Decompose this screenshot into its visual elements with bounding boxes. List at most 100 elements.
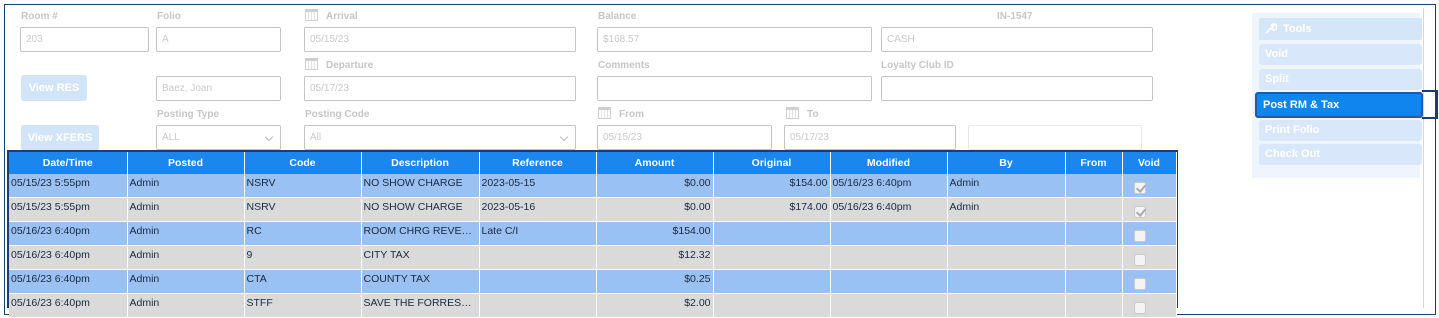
cell-code: RC: [244, 221, 362, 246]
void-checkbox[interactable]: [1133, 206, 1146, 218]
calendar-icon: [598, 107, 611, 119]
col-modified[interactable]: Modified: [830, 152, 948, 174]
from-label: From: [598, 107, 644, 120]
cell-modified: 05/16/23 6:40pm: [830, 174, 948, 198]
guest-name-field[interactable]: Baez, Joan: [156, 76, 281, 101]
cell-date-time: 05/16/23 6:40pm: [9, 293, 128, 318]
void-checkbox[interactable]: [1133, 278, 1146, 290]
cell-by: [947, 221, 1066, 246]
cell-code: NSRV: [244, 174, 362, 198]
col-description[interactable]: Description: [361, 152, 480, 174]
comments-field[interactable]: [597, 76, 872, 101]
loyalty-label: Loyalty Club ID: [881, 60, 954, 71]
tool-split[interactable]: Split: [1259, 69, 1422, 90]
cell-void: [1122, 221, 1177, 246]
cell-original: [713, 221, 831, 246]
col-code[interactable]: Code: [244, 152, 362, 174]
tools-panel: Tools Void Split Post RM & Tax Print Fol…: [1252, 13, 1432, 178]
cell-reference: Late C/I: [479, 221, 597, 246]
col-void[interactable]: Void: [1122, 152, 1177, 174]
void-checkbox[interactable]: [1133, 254, 1146, 266]
tool-void[interactable]: Void: [1259, 44, 1422, 65]
cell-modified: [830, 245, 948, 270]
col-original[interactable]: Original: [713, 152, 831, 174]
posting-type-select[interactable]: ALL: [156, 125, 281, 150]
cell-posted: Admin: [127, 269, 245, 294]
cell-reference: 2023-05-15: [479, 174, 597, 198]
col-date-time[interactable]: Date/Time: [9, 152, 128, 174]
cell-amount: $0.25: [596, 269, 714, 294]
cell-amount: $2.00: [596, 293, 714, 318]
cell-void: [1122, 174, 1177, 198]
search-field[interactable]: [968, 125, 1142, 150]
calendar-icon: [305, 58, 318, 70]
tool-check-out[interactable]: Check Out: [1259, 144, 1422, 165]
cell-from: [1065, 245, 1123, 270]
cell-by: [947, 245, 1066, 270]
table-row[interactable]: 05/16/23 6:40pm Admin STFF SAVE THE FORREST…: [9, 293, 1177, 318]
from-date-field[interactable]: 05/15/23: [597, 125, 772, 150]
highlight-marker: [1422, 90, 1438, 119]
cell-posted: Admin: [127, 197, 245, 222]
cell-posted: Admin: [127, 245, 245, 270]
cell-void: [1122, 293, 1177, 318]
cell-amount: $12.32: [596, 245, 714, 270]
cell-description: NO SHOW CHARGE: [361, 174, 480, 198]
cell-code: 9: [244, 245, 362, 270]
col-amount[interactable]: Amount: [596, 152, 714, 174]
tool-print-folio[interactable]: Print Folio: [1259, 120, 1422, 141]
cell-from: [1065, 269, 1123, 294]
view-res-button[interactable]: View RES: [21, 75, 87, 101]
cell-date-time: 05/16/23 6:40pm: [9, 221, 128, 246]
col-from[interactable]: From: [1065, 152, 1123, 174]
cell-modified: 05/16/23 6:40pm: [830, 197, 948, 222]
folio-field[interactable]: A: [156, 27, 281, 52]
to-date-field[interactable]: 05/17/23: [784, 125, 956, 150]
cell-date-time: 05/16/23 6:40pm: [9, 269, 128, 294]
cell-description: NO SHOW CHARGE: [361, 197, 480, 222]
cell-from: [1065, 221, 1123, 246]
to-label: To: [786, 107, 818, 120]
col-reference[interactable]: Reference: [479, 152, 597, 174]
cell-by: [947, 269, 1066, 294]
void-checkbox[interactable]: [1133, 302, 1146, 314]
payment-field[interactable]: CASH: [881, 27, 1153, 52]
arrival-label: Arrival: [305, 9, 358, 22]
tool-post-rm-tax[interactable]: Post RM & Tax: [1255, 92, 1423, 118]
cell-description: CITY TAX: [361, 245, 480, 270]
table-row[interactable]: 05/15/23 5:55pm Admin NSRV NO SHOW CHARGE 20…: [9, 174, 1177, 198]
cell-posted: Admin: [127, 174, 245, 198]
table-row[interactable]: 05/16/23 6:40pm Admin 9 CITY TAX $12.32: [9, 245, 1177, 270]
table-row[interactable]: 05/16/23 6:40pm Admin RC ROOM CHRG REVENUE L…: [9, 221, 1177, 246]
cell-code: STFF: [244, 293, 362, 318]
view-xfers-button[interactable]: View XFERS: [21, 125, 99, 151]
departure-field[interactable]: 05/17/23: [304, 76, 576, 101]
table-row[interactable]: 05/16/23 6:40pm Admin CTA COUNTY TAX $0.25: [9, 269, 1177, 294]
col-by[interactable]: By: [947, 152, 1066, 174]
room-field[interactable]: 203: [20, 27, 149, 52]
comments-label: Comments: [598, 60, 650, 71]
cell-void: [1122, 245, 1177, 270]
cell-posted: Admin: [127, 293, 245, 318]
balance-field[interactable]: $168.57: [597, 27, 872, 52]
void-checkbox[interactable]: [1133, 230, 1146, 242]
cell-reference: [479, 293, 597, 318]
cell-reference: [479, 245, 597, 270]
calendar-icon: [786, 107, 799, 119]
posting-code-label: Posting Code: [305, 109, 370, 120]
cell-void: [1122, 269, 1177, 294]
loyalty-field[interactable]: [881, 76, 1153, 101]
room-label: Room #: [21, 11, 58, 22]
table-row[interactable]: 05/15/23 5:55pm Admin NSRV NO SHOW CHARGE 20…: [9, 197, 1177, 222]
cell-original: [713, 269, 831, 294]
arrival-field[interactable]: 05/15/23: [304, 27, 576, 52]
posting-code-select[interactable]: All: [304, 125, 576, 150]
cell-modified: [830, 269, 948, 294]
departure-label: Departure: [305, 58, 373, 71]
cell-modified: [830, 293, 948, 318]
void-checkbox[interactable]: [1133, 182, 1146, 194]
cell-void: [1122, 197, 1177, 222]
cell-reference: 2023-05-16: [479, 197, 597, 222]
balance-label: Balance: [598, 11, 637, 22]
col-posted[interactable]: Posted: [127, 152, 245, 174]
